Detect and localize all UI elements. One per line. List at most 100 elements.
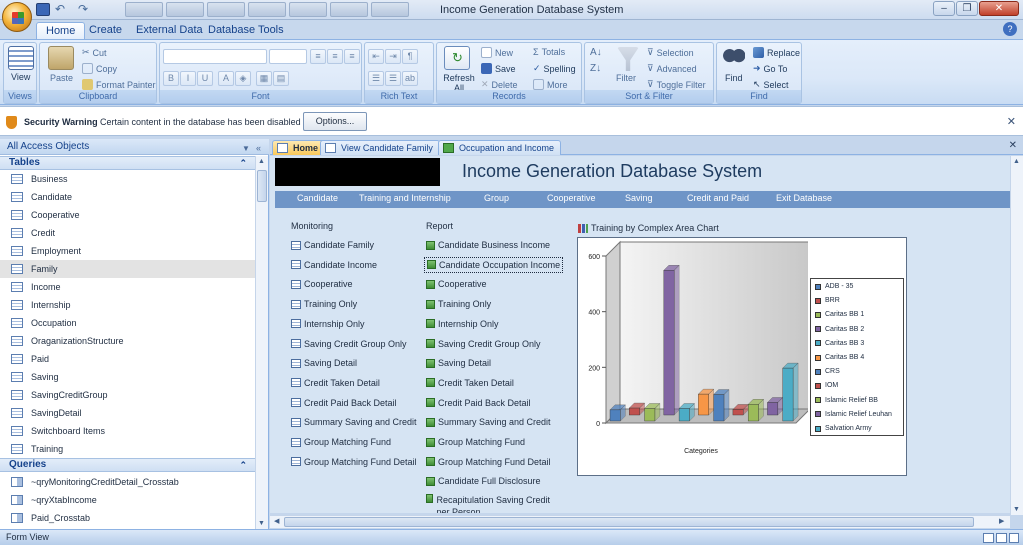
doc-tab-home[interactable]: Home <box>272 140 326 155</box>
report-link[interactable]: Saving Credit Group Only <box>426 337 541 351</box>
report-link[interactable]: Internship Only <box>426 317 499 331</box>
tab-home[interactable]: Home <box>36 22 86 39</box>
bold-icon[interactable]: B <box>163 71 179 86</box>
form-horizontal-scrollbar[interactable]: ◀ ▶ <box>270 515 1010 528</box>
nav-scrollbar[interactable]: ▲ ▼ <box>255 156 268 529</box>
menu-saving[interactable]: Saving <box>625 193 653 203</box>
font-name-dropdown[interactable] <box>163 49 267 64</box>
save-record-button[interactable]: Save <box>481 63 516 74</box>
nav-pane-header[interactable]: All Access Objects ▼ « <box>0 139 269 155</box>
options-button[interactable]: Options... <box>303 112 367 131</box>
menu-credit-paid[interactable]: Credit and Paid <box>687 193 749 203</box>
select-button[interactable]: ↖ Select <box>753 79 789 90</box>
monitoring-link[interactable]: Cooperative <box>291 277 353 291</box>
menu-candidate[interactable]: Candidate <box>297 193 338 203</box>
decrease-indent-icon[interactable]: ⇤ <box>368 49 384 64</box>
query-item[interactable]: ~qryXtabIncome <box>0 491 255 509</box>
thumb-6[interactable] <box>330 2 368 17</box>
find-button[interactable]: Find <box>725 73 743 83</box>
bullet-list-icon[interactable]: ☰ <box>385 71 401 86</box>
format-painter-button[interactable]: Format Painter <box>82 79 156 90</box>
thumb-7[interactable] <box>371 2 409 17</box>
scroll-down-icon[interactable]: ▼ <box>1013 506 1020 513</box>
form-view-icon[interactable] <box>983 533 994 543</box>
table-item[interactable]: Family <box>0 260 255 278</box>
view-button[interactable]: View <box>11 72 30 82</box>
report-link[interactable]: Candidate Business Income <box>426 238 550 252</box>
report-link[interactable]: Credit Paid Back Detail <box>426 396 531 410</box>
report-link[interactable]: Group Matching Fund <box>426 435 525 449</box>
doc-tab-occupation-income[interactable]: Occupation and Income <box>438 140 562 155</box>
highlight-icon[interactable]: ab <box>402 71 418 86</box>
queries-section-header[interactable]: Queries ⌃ <box>0 458 255 472</box>
minimize-button[interactable]: – <box>933 1 955 16</box>
monitoring-link[interactable]: Group Matching Fund Detail <box>291 455 417 469</box>
sort-descending-button[interactable]: Z↓ <box>590 63 601 74</box>
restore-button[interactable]: ❐ <box>956 1 978 16</box>
close-icon[interactable]: ✕ <box>1007 115 1016 128</box>
tab-create[interactable]: Create <box>80 22 131 39</box>
toggle-filter-button[interactable]: ⊽ Toggle Filter <box>647 79 706 90</box>
font-color-icon[interactable]: A <box>218 71 234 86</box>
delete-record-button[interactable]: ✕ Delete <box>481 79 518 90</box>
table-item[interactable]: Training <box>0 440 255 458</box>
underline-icon[interactable]: U <box>197 71 213 86</box>
table-item[interactable]: Switchboard Items <box>0 422 255 440</box>
shutter-icon[interactable]: « <box>256 140 261 156</box>
scroll-thumb[interactable] <box>257 170 267 202</box>
new-record-button[interactable]: New <box>481 47 513 58</box>
thumb-2[interactable] <box>166 2 204 17</box>
table-item[interactable]: Credit <box>0 224 255 242</box>
horizontal-scroll-thumb[interactable] <box>284 517 974 527</box>
tables-section-header[interactable]: Tables ⌃ <box>0 156 255 170</box>
cut-button[interactable]: ✂ Cut <box>82 47 107 58</box>
menu-cooperative[interactable]: Cooperative <box>547 193 596 203</box>
monitoring-link[interactable]: Internship Only <box>291 317 365 331</box>
copy-button[interactable]: Copy <box>82 63 117 74</box>
monitoring-link[interactable]: Candidate Income <box>291 258 377 272</box>
more-button[interactable]: More <box>533 79 568 90</box>
report-link[interactable]: Saving Detail <box>426 356 491 370</box>
thumb-1[interactable] <box>125 2 163 17</box>
spelling-button[interactable]: ✓ Spelling <box>533 63 576 74</box>
scroll-right-icon[interactable]: ▶ <box>999 517 1004 525</box>
scroll-up-icon[interactable]: ▲ <box>1013 158 1020 165</box>
gridlines-icon[interactable]: ▦ <box>256 71 272 86</box>
table-item[interactable]: Occupation <box>0 314 255 332</box>
office-button[interactable] <box>2 2 32 32</box>
menu-group[interactable]: Group <box>484 193 509 203</box>
thumb-4[interactable] <box>248 2 286 17</box>
undo-icon[interactable]: ↶ <box>55 3 73 16</box>
monitoring-link[interactable]: Saving Credit Group Only <box>291 337 407 351</box>
close-document-icon[interactable]: ✕ <box>1009 140 1017 151</box>
report-link[interactable]: Training Only <box>426 297 491 311</box>
advanced-button[interactable]: ⊽ Advanced <box>647 63 697 74</box>
thumb-3[interactable] <box>207 2 245 17</box>
table-item[interactable]: SavingDetail <box>0 404 255 422</box>
sort-ascending-button[interactable]: A↓ <box>590 47 602 58</box>
goto-button[interactable]: ➜ Go To <box>753 63 787 74</box>
numbered-list-icon[interactable]: ☰ <box>368 71 384 86</box>
design-view-icon[interactable] <box>1009 533 1019 543</box>
selection-button[interactable]: ⊽ Selection <box>647 47 694 58</box>
monitoring-link[interactable]: Candidate Family <box>291 238 374 252</box>
collapse-icon[interactable]: ⌃ <box>239 157 247 169</box>
report-link[interactable]: Cooperative <box>426 277 487 291</box>
table-item[interactable]: Internship <box>0 296 255 314</box>
italic-icon[interactable]: I <box>180 71 196 86</box>
monitoring-link[interactable]: Credit Paid Back Detail <box>291 396 397 410</box>
report-link[interactable]: Candidate Occupation Income <box>424 256 564 273</box>
query-item[interactable]: Paid_Crosstab <box>0 509 255 527</box>
menu-exit-database[interactable]: Exit Database <box>776 193 832 203</box>
scroll-down-icon[interactable]: ▼ <box>258 520 265 527</box>
close-button[interactable]: ✕ <box>979 1 1019 16</box>
table-item[interactable]: Employment <box>0 242 255 260</box>
table-item[interactable]: Cooperative <box>0 206 255 224</box>
collapse-icon[interactable]: ⌃ <box>239 459 247 471</box>
replace-button[interactable]: Replace <box>753 47 800 58</box>
alt-fill-icon[interactable]: ▤ <box>273 71 289 86</box>
align-right-icon[interactable]: ≡ <box>344 49 360 64</box>
font-size-dropdown[interactable] <box>269 49 307 64</box>
thumb-5[interactable] <box>289 2 327 17</box>
report-link[interactable]: Group Matching Fund Detail <box>426 455 551 469</box>
